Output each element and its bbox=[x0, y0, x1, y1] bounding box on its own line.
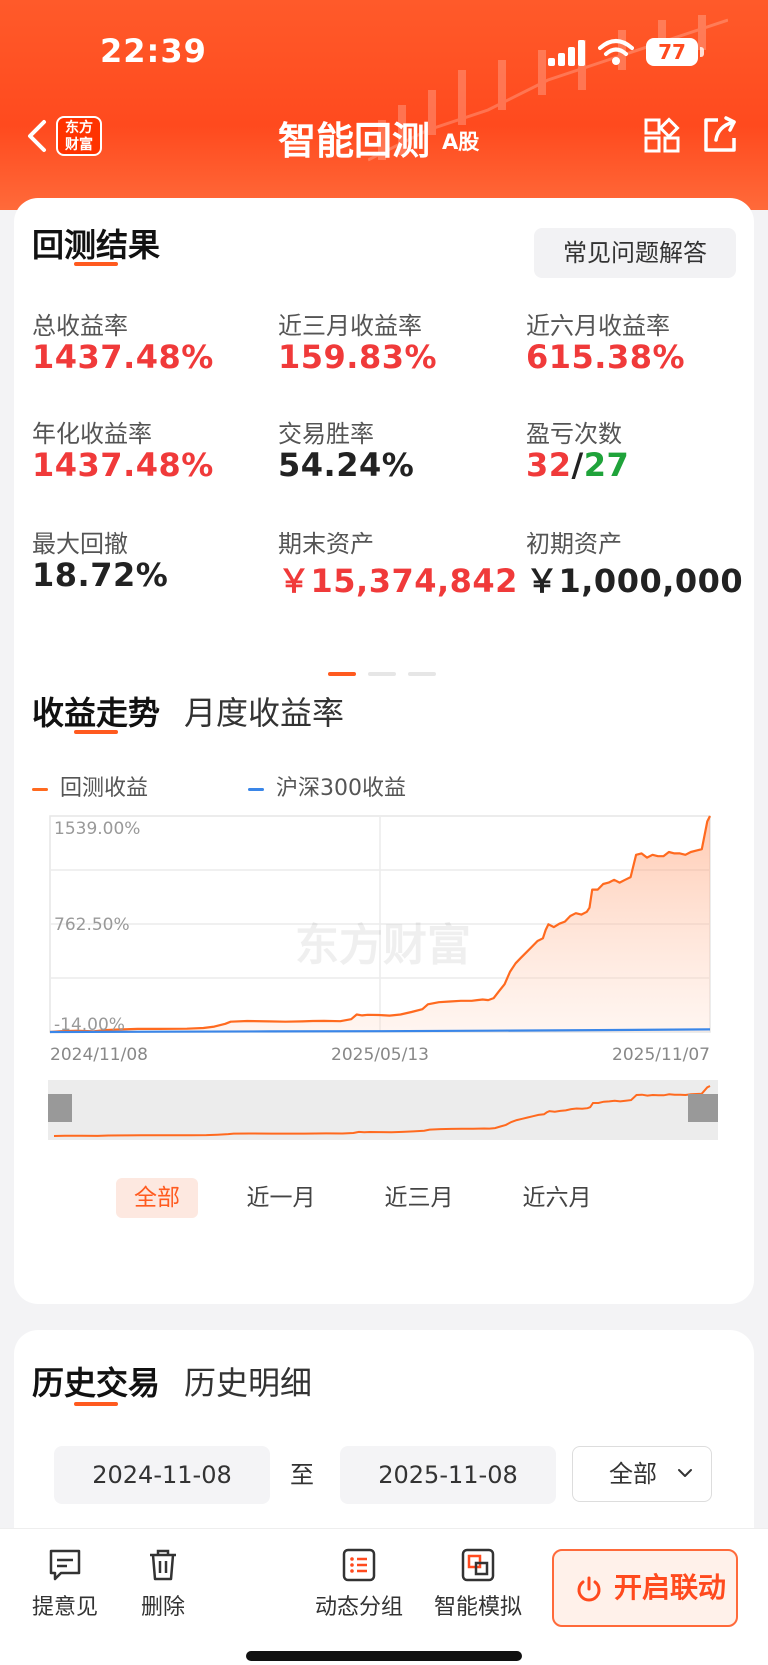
x-tick-label: 2025/05/13 bbox=[331, 1045, 429, 1065]
annualized-return-value: 1437.48% bbox=[32, 446, 214, 484]
back-arrow-icon[interactable] bbox=[22, 116, 52, 156]
trend-tab-underline bbox=[74, 730, 118, 734]
nav-bar: 东方 财富 智能回测 A股 bbox=[0, 100, 768, 180]
metric-label: 交易胜率 bbox=[278, 420, 374, 448]
legend-backtest: 回测收益 bbox=[32, 770, 148, 802]
page-dot-active bbox=[328, 672, 356, 676]
list-group-icon bbox=[342, 1548, 376, 1582]
power-icon bbox=[577, 1576, 601, 1602]
date-range-separator: 至 bbox=[290, 1461, 314, 1489]
metric-label: 初期资产 bbox=[526, 530, 622, 558]
range-tab-1m[interactable]: 近一月 bbox=[240, 1178, 322, 1218]
enable-linkage-button[interactable]: 开启联动 bbox=[552, 1549, 738, 1627]
results-title-underline bbox=[74, 262, 118, 266]
range-brush[interactable] bbox=[48, 1080, 718, 1140]
wifi-icon bbox=[598, 39, 634, 65]
brush-handle-left bbox=[48, 1094, 72, 1122]
initial-assets-value: ￥1,000,000 bbox=[526, 562, 744, 600]
end-date-field[interactable]: 2025-11-08 bbox=[340, 1446, 556, 1504]
start-date-field[interactable]: 2024-11-08 bbox=[54, 1446, 270, 1504]
metric-label: 总收益率 bbox=[32, 312, 128, 340]
status-bar: 22:39 77 bbox=[0, 0, 768, 90]
battery-indicator: 77 bbox=[646, 38, 704, 66]
win-rate-value: 54.24% bbox=[278, 446, 415, 484]
dynamic-group-button[interactable]: 动态分组 bbox=[312, 1547, 406, 1621]
chevron-down-icon bbox=[678, 1469, 692, 1477]
metric-label: 年化收益率 bbox=[32, 420, 152, 448]
page-dot bbox=[368, 672, 396, 676]
y-tick-label: 762.50% bbox=[54, 915, 130, 935]
three-month-return-value: 159.83% bbox=[278, 338, 438, 376]
metric-label: 期末资产 bbox=[278, 530, 374, 558]
return-trend-chart[interactable]: 东方财富 1539.00% 762.50% -14.00% 2024/11/08 2025… bbox=[48, 810, 718, 1070]
metric-label: 盈亏次数 bbox=[526, 420, 622, 448]
feedback-icon bbox=[49, 1549, 81, 1581]
results-title: 回测结果 bbox=[32, 226, 161, 264]
tab-return-trend[interactable]: 收益走势 bbox=[32, 688, 160, 734]
smart-simulation-button[interactable]: 智能模拟 bbox=[430, 1547, 526, 1621]
feedback-button[interactable]: 提意见 bbox=[30, 1547, 100, 1621]
legend-backtest-swatch bbox=[32, 787, 48, 791]
range-tab-all[interactable]: 全部 bbox=[116, 1178, 198, 1218]
win-count: 32 bbox=[526, 446, 572, 484]
win-loss-count: 32/27 bbox=[526, 446, 629, 484]
tab-history-trades[interactable]: 历史交易 bbox=[32, 1358, 160, 1404]
market-label: A股 bbox=[442, 130, 480, 154]
page-indicator bbox=[328, 672, 448, 676]
tab-history-detail[interactable]: 历史明细 bbox=[184, 1358, 312, 1404]
page-dot bbox=[408, 672, 436, 676]
simulation-icon bbox=[461, 1548, 495, 1582]
metric-label: 最大回撤 bbox=[32, 530, 128, 558]
metric-label: 近三月收益率 bbox=[278, 312, 422, 340]
range-tab-3m[interactable]: 近三月 bbox=[378, 1178, 460, 1218]
status-time: 22:39 bbox=[100, 32, 207, 70]
app-logo: 东方 财富 bbox=[56, 116, 102, 156]
total-return-value: 1437.48% bbox=[32, 338, 214, 376]
header: 22:39 77 东方 财富 智能回测 A股 bbox=[0, 0, 768, 210]
ending-assets-value: ￥15,374,842 bbox=[278, 562, 518, 600]
legend-hs300-swatch bbox=[248, 787, 264, 791]
legend-hs300: 沪深300收益 bbox=[248, 770, 406, 802]
page-title: 智能回测 bbox=[278, 119, 431, 163]
trade-filter-select[interactable]: 全部 bbox=[572, 1446, 712, 1502]
brush-handle-right bbox=[688, 1094, 718, 1122]
tab-monthly-return[interactable]: 月度收益率 bbox=[184, 688, 344, 734]
delete-button[interactable]: 删除 bbox=[138, 1547, 188, 1621]
y-tick-label: 1539.00% bbox=[54, 819, 140, 839]
apps-grid-icon[interactable] bbox=[644, 116, 680, 156]
brush-track bbox=[48, 1080, 718, 1140]
six-month-return-value: 615.38% bbox=[526, 338, 686, 376]
loss-count: 27 bbox=[583, 446, 630, 484]
max-drawdown-value: 18.72% bbox=[32, 556, 169, 594]
range-tab-6m[interactable]: 近六月 bbox=[516, 1178, 598, 1218]
metric-label: 近六月收益率 bbox=[526, 312, 670, 340]
x-tick-label: 2025/11/07 bbox=[612, 1045, 710, 1065]
cellular-signal-icon bbox=[548, 40, 586, 66]
share-icon[interactable] bbox=[700, 114, 740, 156]
y-tick-label: -14.00% bbox=[54, 1015, 125, 1035]
trash-icon bbox=[150, 1549, 176, 1581]
results-card: 回测结果 常见问题解答 总收益率 1437.48% 近三月收益率 159.83%… bbox=[14, 198, 754, 1304]
chart-watermark: 东方财富 bbox=[295, 920, 471, 971]
home-indicator bbox=[246, 1651, 522, 1661]
win-loss-separator: / bbox=[571, 446, 584, 484]
bottom-toolbar: 提意见 删除 动态分组 智能模拟 开启联动 bbox=[0, 1528, 768, 1665]
history-tab-underline bbox=[74, 1402, 118, 1406]
x-tick-label: 2024/11/08 bbox=[50, 1045, 148, 1065]
faq-button[interactable]: 常见问题解答 bbox=[534, 228, 736, 278]
